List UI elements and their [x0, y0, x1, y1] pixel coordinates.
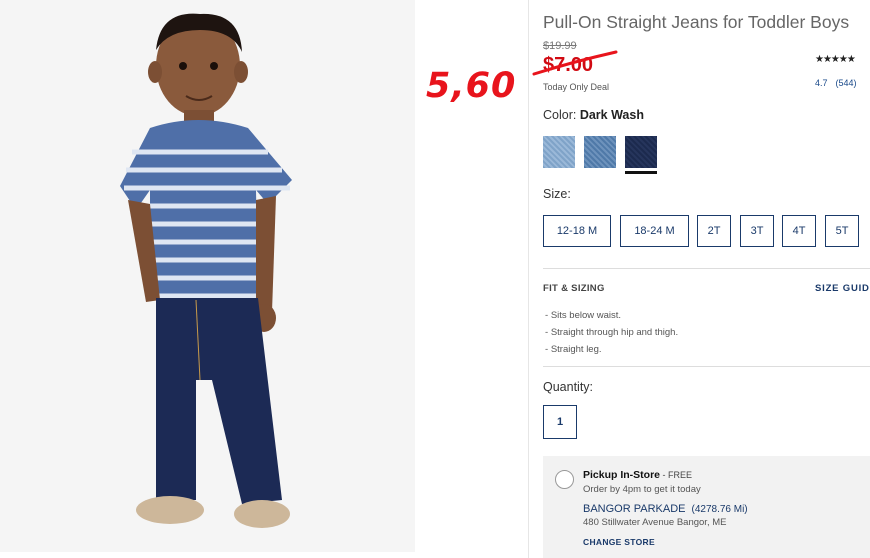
- toddler-model-illustration: [0, 0, 415, 552]
- quantity-selector[interactable]: 1: [543, 405, 577, 439]
- pickup-free-label: - FREE: [660, 470, 693, 480]
- size-option-3t[interactable]: 3T: [740, 215, 774, 247]
- store-distance: (4278.76 Mi): [691, 504, 748, 515]
- pickup-subtitle: Order by 4pm to get it today: [583, 484, 701, 495]
- quantity-label: Quantity:: [543, 380, 594, 394]
- selected-color: Dark Wash: [579, 108, 644, 122]
- section-divider: [543, 268, 870, 269]
- star-rating-icon[interactable]: ★★★★★: [815, 54, 856, 65]
- section-divider: [543, 366, 870, 367]
- size-label: Size:: [543, 187, 571, 201]
- rating-summary[interactable]: 4.7 (544): [815, 78, 857, 88]
- store-info: BANGOR PARKADE (4278.76 Mi): [583, 503, 748, 515]
- pickup-in-store-option[interactable]: Pickup In-Store - FREE Order by 4pm to g…: [543, 456, 870, 558]
- list-item: Straight through hip and thigh.: [545, 324, 678, 341]
- pickup-title-text: Pickup In-Store: [583, 469, 661, 481]
- size-guide-link[interactable]: SIZE GUIDE: [815, 283, 870, 294]
- price-strike-mark: [532, 50, 618, 76]
- swatch-light-wash[interactable]: [543, 136, 575, 168]
- size-option-5t[interactable]: 5T: [825, 215, 859, 247]
- color-label-text: Color:: [543, 108, 577, 122]
- size-option-18-24m[interactable]: 18-24 M: [620, 215, 689, 247]
- deal-text: Today Only Deal: [543, 82, 610, 92]
- selected-swatch-indicator: [625, 171, 657, 174]
- review-count[interactable]: (544): [836, 78, 857, 88]
- list-item: Sits below waist.: [545, 307, 678, 324]
- swatch-dark-wash[interactable]: [625, 136, 657, 168]
- list-item: Straight leg.: [545, 341, 678, 358]
- product-title: Pull-On Straight Jeans for Toddler Boys: [543, 12, 850, 32]
- size-option-12-18m[interactable]: 12-18 M: [543, 215, 611, 247]
- swatch-medium-wash[interactable]: [584, 136, 616, 168]
- size-option-2t[interactable]: 2T: [697, 215, 731, 247]
- rating-value: 4.7: [815, 78, 828, 88]
- product-image[interactable]: [0, 0, 415, 552]
- fit-sizing-title: FIT & SIZING: [543, 283, 605, 294]
- pickup-radio-button[interactable]: [555, 470, 574, 489]
- store-address: 480 Stillwater Avenue Bangor, ME: [583, 517, 727, 528]
- panel-divider: [528, 0, 529, 558]
- color-label: Color: Dark Wash: [543, 108, 644, 122]
- handwritten-price-annotation: 5,60: [426, 66, 517, 106]
- size-option-4t[interactable]: 4T: [782, 215, 816, 247]
- product-page: 5,60 Pull-On Straight Jeans for Toddler …: [0, 0, 870, 558]
- pickup-title: Pickup In-Store - FREE: [583, 469, 692, 481]
- store-name: BANGOR PARKADE: [583, 503, 686, 515]
- fit-details-list: Sits below waist. Straight through hip a…: [545, 307, 678, 358]
- change-store-link[interactable]: CHANGE STORE: [583, 537, 655, 547]
